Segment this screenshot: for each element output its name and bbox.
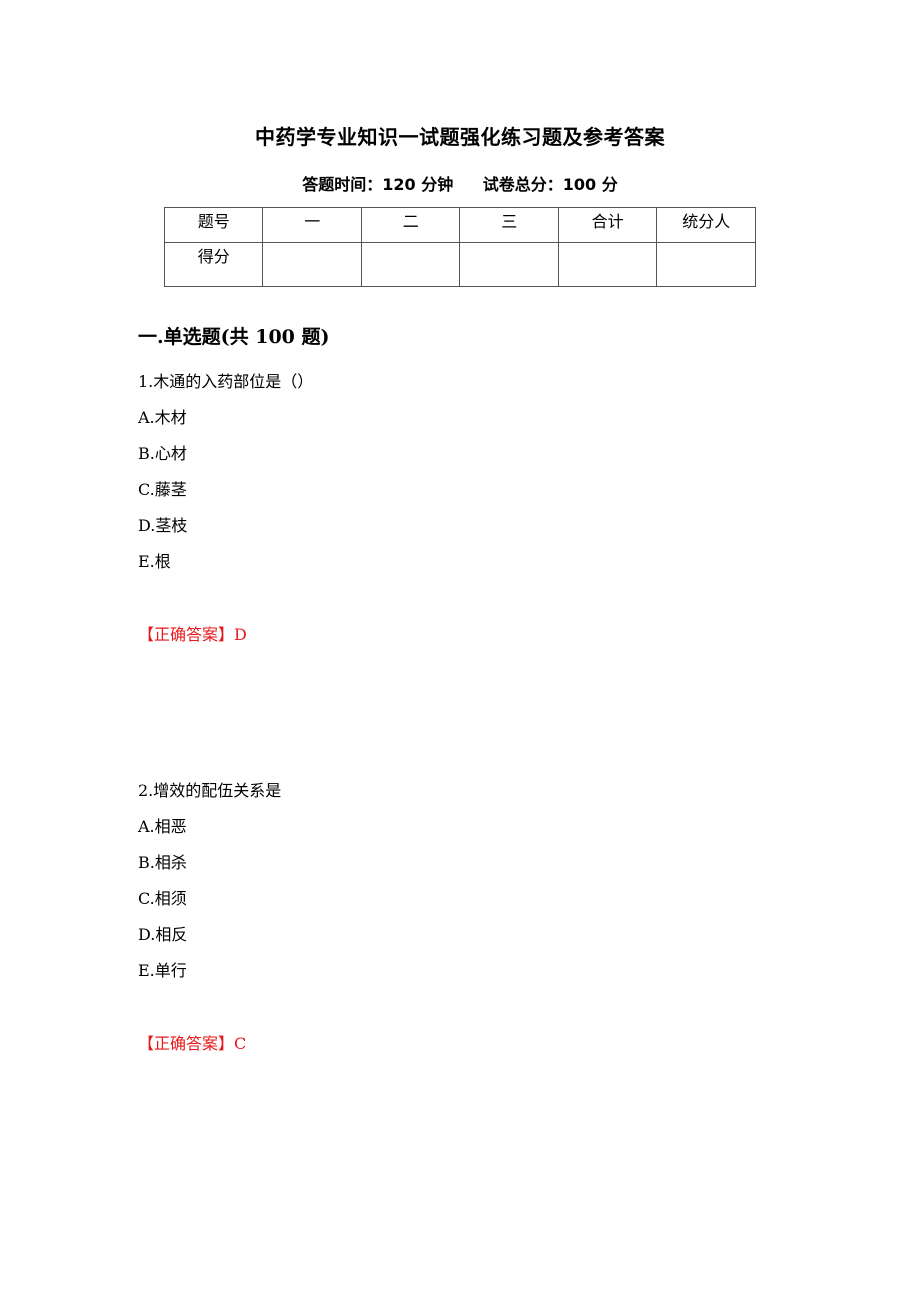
exam-total-score: 试卷总分：100 分 bbox=[482, 175, 618, 194]
score-table-cell bbox=[360, 242, 461, 287]
score-table-cell: 题号 bbox=[163, 207, 264, 243]
score-table-cell: 合计 bbox=[557, 207, 658, 243]
question-stem: 1.木通的入药部位是（） bbox=[138, 372, 314, 391]
correct-answer: 【正确答案】D bbox=[138, 625, 247, 644]
question-option: D.茎枝 bbox=[138, 516, 188, 535]
question-option: A.相恶 bbox=[138, 817, 187, 836]
correct-answer: 【正确答案】C bbox=[138, 1034, 247, 1053]
exam-time: 答题时间：120 分钟 bbox=[302, 175, 454, 194]
score-table-cell: 一 bbox=[262, 207, 362, 243]
question-option: E.单行 bbox=[138, 961, 187, 980]
score-table-cell: 统分人 bbox=[656, 207, 756, 243]
score-table-cell: 三 bbox=[459, 207, 559, 243]
question-option: C.藤茎 bbox=[138, 480, 187, 499]
question-option: E.根 bbox=[138, 552, 171, 571]
score-table-cell: 得分 bbox=[163, 242, 264, 287]
question-option: D.相反 bbox=[138, 925, 188, 944]
score-table-header-row: 题号 一 二 三 合计 统分人 bbox=[163, 207, 756, 243]
section-heading: 一.单选题(共 100 题) bbox=[138, 326, 330, 348]
question-stem: 2.增效的配伍关系是 bbox=[138, 781, 282, 800]
question-option: C.相须 bbox=[138, 889, 187, 908]
score-table-cell bbox=[262, 242, 362, 287]
question-option: B.相杀 bbox=[138, 853, 187, 872]
question-option: A.木材 bbox=[138, 408, 187, 427]
score-table: 题号 一 二 三 合计 统分人 得分 bbox=[163, 207, 756, 287]
score-table-cell bbox=[656, 242, 756, 287]
question-option: B.心材 bbox=[138, 444, 187, 463]
score-table-score-row: 得分 bbox=[163, 242, 756, 287]
score-table-cell bbox=[557, 242, 658, 287]
exam-meta: 答题时间：120 分钟 试卷总分：100 分 bbox=[0, 171, 920, 195]
document-title: 中药学专业知识一试题强化练习题及参考答案 bbox=[255, 125, 665, 149]
score-table-cell bbox=[459, 242, 559, 287]
score-table-cell: 二 bbox=[360, 207, 461, 243]
